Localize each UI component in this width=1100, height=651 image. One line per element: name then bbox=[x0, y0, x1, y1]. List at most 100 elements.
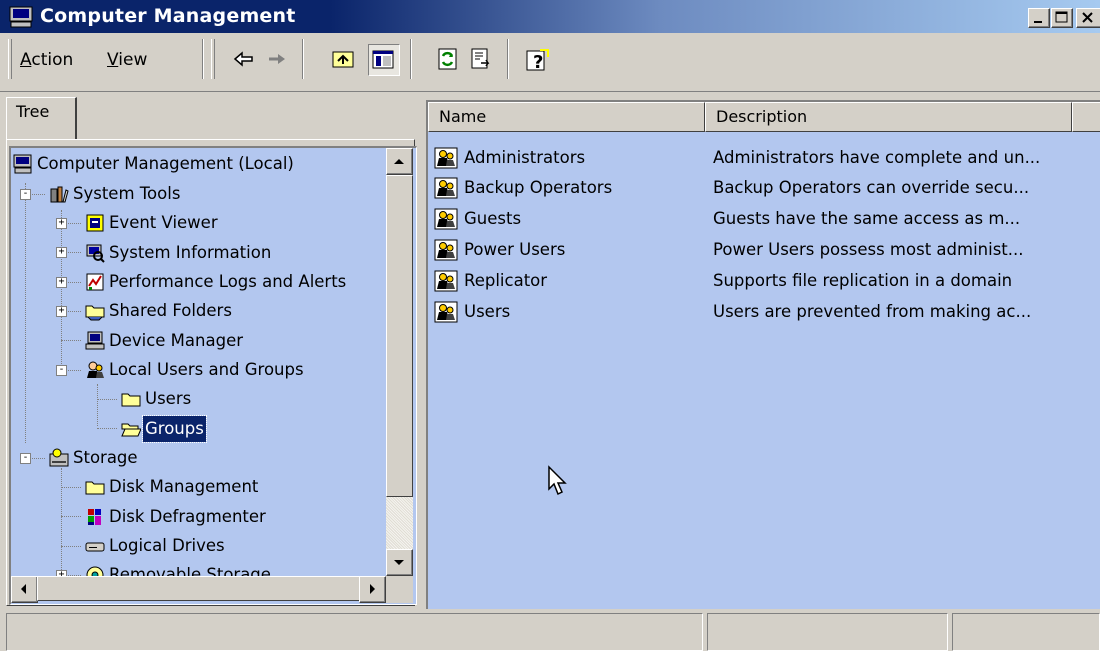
group-icon bbox=[434, 177, 458, 199]
device-manager-icon bbox=[85, 331, 105, 350]
tree-line bbox=[61, 546, 81, 547]
tree-item-label: System Information bbox=[109, 243, 272, 262]
computer-icon bbox=[9, 6, 33, 32]
tree-view[interactable]: - + + + + - - + Computer Management (Loc… bbox=[9, 146, 417, 605]
expand-toggle[interactable]: + bbox=[56, 277, 67, 288]
status-panel bbox=[6, 613, 703, 651]
scroll-left-button[interactable] bbox=[11, 576, 38, 603]
tab-tree[interactable]: Tree bbox=[6, 97, 77, 139]
refresh-icon[interactable] bbox=[436, 47, 460, 71]
list-item[interactable]: Users Users are prevented from making ac… bbox=[428, 297, 1098, 327]
tree-item-label: Event Viewer bbox=[109, 213, 218, 232]
tree-line bbox=[61, 468, 62, 578]
tree-line bbox=[61, 516, 81, 517]
list-item[interactable]: Replicator Supports file replication in … bbox=[428, 266, 1098, 296]
list-item[interactable]: Guests Guests have the same access as m.… bbox=[428, 204, 1098, 234]
group-name: Replicator bbox=[464, 271, 548, 290]
group-name: Backup Operators bbox=[464, 178, 613, 197]
close-icon bbox=[1082, 12, 1093, 23]
window-title: Computer Management bbox=[40, 5, 296, 27]
scroll-right-button[interactable] bbox=[359, 576, 386, 603]
list-item[interactable]: Administrators Administrators have compl… bbox=[428, 143, 1098, 173]
expand-toggle[interactable]: + bbox=[56, 218, 67, 229]
details-list[interactable]: Name Description Administrators Administ… bbox=[426, 100, 1100, 610]
export-list-icon[interactable] bbox=[469, 47, 493, 71]
tree-item-label: Users bbox=[145, 389, 192, 408]
status-bar bbox=[0, 609, 1100, 651]
toolbar-separator bbox=[410, 39, 412, 79]
tree-item-label: Device Manager bbox=[109, 331, 243, 350]
tree-line bbox=[61, 210, 62, 368]
group-name: Guests bbox=[464, 209, 522, 228]
list-item[interactable]: Backup Operators Backup Operators can ov… bbox=[428, 173, 1098, 203]
column-header-name[interactable]: Name bbox=[428, 102, 705, 132]
column-header-filler bbox=[1072, 102, 1100, 132]
performance-logs-icon bbox=[86, 273, 104, 291]
up-folder-icon[interactable] bbox=[331, 47, 355, 71]
close-button[interactable] bbox=[1076, 8, 1100, 28]
expand-toggle[interactable]: + bbox=[56, 247, 67, 258]
list-item[interactable]: Power Users Power Users possess most adm… bbox=[428, 235, 1098, 265]
scroll-up-button[interactable] bbox=[386, 148, 413, 175]
group-description: Users are prevented from making ac... bbox=[713, 302, 1032, 321]
group-name: Administrators bbox=[464, 148, 586, 167]
group-icon bbox=[434, 208, 458, 230]
status-panel bbox=[952, 613, 1100, 651]
expand-toggle[interactable]: + bbox=[56, 306, 67, 317]
tree-line bbox=[61, 487, 81, 488]
toolbar-separator bbox=[302, 39, 304, 79]
folder-icon bbox=[121, 393, 141, 407]
title-bar[interactable]: Computer Management bbox=[0, 0, 1100, 33]
tree-line bbox=[97, 399, 117, 400]
group-description: Supports file replication in a domain bbox=[713, 271, 1013, 290]
scroll-down-button[interactable] bbox=[386, 549, 413, 576]
tree-item-label: System Tools bbox=[73, 184, 181, 203]
toolbar-separator bbox=[202, 39, 204, 79]
scroll-thumb[interactable] bbox=[386, 175, 413, 497]
shared-folder-icon bbox=[85, 305, 105, 321]
group-icon bbox=[434, 270, 458, 292]
collapse-toggle[interactable]: - bbox=[56, 365, 67, 376]
toolbar: Action View ? bbox=[0, 33, 1100, 92]
users-groups-icon bbox=[87, 361, 104, 378]
collapse-toggle[interactable]: - bbox=[20, 453, 31, 464]
arrow-up-icon bbox=[394, 159, 404, 164]
group-icon bbox=[434, 301, 458, 323]
mouse-pointer-icon bbox=[548, 465, 567, 496]
minimize-icon bbox=[1034, 21, 1042, 23]
tree-line bbox=[97, 428, 117, 429]
svg-text:?: ? bbox=[533, 52, 543, 73]
help-icon[interactable]: ? bbox=[525, 47, 549, 73]
scrollbar-corner bbox=[386, 576, 413, 603]
tab-tree-label: Tree bbox=[16, 102, 50, 121]
tree-item-label: Storage bbox=[73, 448, 138, 467]
toolbar-separator bbox=[507, 39, 509, 79]
computer-icon bbox=[13, 154, 32, 174]
maximize-button[interactable] bbox=[1051, 8, 1073, 28]
show-hide-tree-button[interactable] bbox=[368, 44, 400, 76]
group-icon bbox=[434, 239, 458, 261]
status-panel bbox=[707, 613, 948, 651]
group-description: Administrators have complete and un... bbox=[713, 148, 1041, 167]
arrow-left-icon bbox=[21, 584, 26, 594]
minimize-button[interactable] bbox=[1028, 8, 1050, 28]
tree-line bbox=[97, 384, 98, 426]
menu-action[interactable]: Action bbox=[20, 49, 73, 71]
tree-item-label: Logical Drives bbox=[109, 536, 225, 555]
scroll-thumb[interactable] bbox=[37, 576, 362, 601]
toolbar-grip[interactable] bbox=[211, 39, 215, 79]
tree-line bbox=[61, 340, 81, 341]
tree-vertical-scrollbar[interactable] bbox=[386, 148, 413, 576]
forward-icon[interactable] bbox=[265, 47, 289, 71]
column-header-description[interactable]: Description bbox=[705, 102, 1072, 132]
toolbar-grip[interactable] bbox=[8, 39, 12, 79]
back-icon[interactable] bbox=[231, 47, 255, 71]
event-viewer-icon bbox=[86, 214, 104, 232]
menu-view[interactable]: View bbox=[107, 49, 147, 71]
group-description: Guests have the same access as m... bbox=[713, 209, 1021, 228]
disk-defragmenter-icon bbox=[88, 509, 101, 525]
collapse-toggle[interactable]: - bbox=[20, 189, 31, 200]
tree-item-label: Computer Management (Local) bbox=[37, 154, 294, 173]
tree-horizontal-scrollbar[interactable] bbox=[11, 576, 386, 603]
tree-item-label: Disk Management bbox=[109, 477, 259, 496]
